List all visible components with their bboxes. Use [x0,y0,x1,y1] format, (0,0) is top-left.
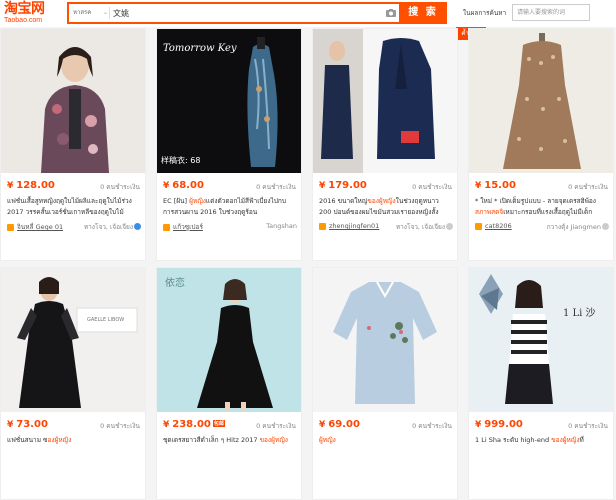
top-header: 淘宝网 Taobao.com หาสรค ⌄ 搜 索 ในผลการค้นหา … [0,0,616,27]
wangwang-icon[interactable] [602,223,609,230]
taobao-logo[interactable]: 淘宝网 Taobao.com [4,2,56,26]
sold-count: 0 คนชำระเงิน [256,183,296,191]
product-card[interactable]: GAELLE LIBOW ¥73.00 0 คนชำระเงิน แฟชั่นส… [0,267,146,500]
sold-count: 0 คนชำระเงิน [100,422,140,430]
shop-name[interactable]: แก้วซูเปอร์ [173,223,203,231]
product-title[interactable]: * ใหม่ * เปิดเต็มรูปแบบ - ลายจุดเดรสฮิพ้… [475,196,609,218]
product-title[interactable]: แฟชั่นสนาม ซองผู้หญิง [7,435,141,457]
product-card[interactable]: Tomorrow Key 样稿衣: 68 ¥68.00 0 คนชำระเงิน… [156,28,302,261]
product-price: ¥128.00 [7,180,55,191]
shop-name[interactable]: จินหลี่ Gege 01 [17,223,63,231]
logo-english-text: Taobao.com [4,17,43,24]
product-price: ¥68.00 [163,180,204,191]
sold-count: 0 คนชำระเงิน [412,183,452,191]
sold-count: 0 คนชำระเงิน [256,422,296,430]
product-price: ¥73.00 [7,419,48,430]
image-brand-text: Tomorrow Key [163,43,237,54]
product-price: ¥69.00 [319,419,360,430]
sold-count: 0 คนชำระเงิน [412,422,452,430]
shop-location: หางโจว, เจ้อเจียง [83,223,133,231]
chevron-down-icon: ⌄ [103,9,109,16]
image-caption: 样稿衣: 68 [161,156,201,165]
sold-count: 0 คนชำระเงิน [100,183,140,191]
shop-icon [163,223,170,231]
shop-row: zhengjingfen01 หางโจว, เจ้อเจียง [319,222,453,232]
search-box: หาสรค ⌄ 搜 索 [67,2,447,24]
shop-name[interactable]: cat8206 [485,222,512,230]
product-card[interactable]: ¥128.00 0 คนชำระเงิน แฟชั่นเสื้อสูทหญิงฤ… [0,28,146,261]
shop-icon [7,223,14,231]
product-price: ¥238.00 包邮 [163,419,225,430]
product-grid: ¥128.00 0 คนชำระเงิน แฟชั่นเสื้อสูทหญิงฤ… [0,28,616,500]
shop-name[interactable]: zhengjingfen01 [329,222,379,230]
image-caption: 1 Li 沙 [563,308,596,319]
sold-count: 0 คนชำระเงิน [568,183,608,191]
product-title[interactable]: ผู้หญิง [319,435,453,457]
search-input[interactable] [113,4,383,22]
search-divider [109,7,110,19]
product-image[interactable]: 依恋 [157,268,301,412]
product-price: ¥999.00 [475,419,523,430]
shop-row: จินหลี่ Gege 01 หางโจว, เจ้อเจียง [7,222,141,232]
product-image[interactable] [313,29,457,173]
in-results-label: ในผลการค้นหา [463,9,507,17]
camera-icon[interactable] [385,7,397,19]
image-brand-text: GAELLE LIBOW [87,317,125,323]
product-card[interactable]: ¥179.00 0 คนชำระเงิน 2016 ขนาดใหญ่ของผู้… [312,28,458,261]
product-card[interactable]: ¥69.00 0 คนชำระเงิน ผู้หญิง [312,267,458,500]
search-category-select[interactable]: หาสรค ⌄ [73,4,109,22]
logo-chinese-text: 淘宝网 [4,1,45,17]
image-caption: 依恋 [165,278,185,289]
product-title[interactable]: แฟชั่นเสื้อสูทหญิงฤดูใบไม้ผลิและฤดูใบไม้… [7,196,141,218]
product-image[interactable] [469,29,613,173]
search-button[interactable]: 搜 索 [399,2,447,24]
shop-icon [475,222,482,230]
shop-icon [319,222,326,230]
shop-location: กวางตุ้ง Jiangmen [546,223,601,231]
product-title[interactable]: 1 Li Sha ระดับ high-end ของผู้หญิงที่ [475,435,609,457]
sold-count: 0 คนชำระเงิน [568,422,608,430]
product-price: ¥179.00 [319,180,367,191]
product-title[interactable]: EC [ฝัน] ผู้หญิงแต่งตัวดอกไม้สีฟ้าเบี่ยง… [163,196,297,218]
product-title[interactable]: 2016 ขนาดใหญ่ของผู้หญิงในช่วงฤดูหนาว 200… [319,196,453,218]
product-image[interactable] [1,29,145,173]
wangwang-icon[interactable] [446,223,453,230]
product-card[interactable]: 依恋 ¥238.00 包邮 0 คนชำระเงิน ชุดเดรสยาวสีดำ… [156,267,302,500]
shop-location: หางโจว, เจ้อเจียง [395,223,445,231]
product-card[interactable]: ¥15.00 0 คนชำระเงิน * ใหม่ * เปิดเต็มรูป… [468,28,614,261]
in-results-search-input[interactable]: 请输入要搜索的词 [512,4,590,21]
shop-location: Tangshan [266,222,297,230]
product-image[interactable]: Tomorrow Key 样稿衣: 68 [157,29,301,173]
shop-row: cat8206 กวางตุ้ง Jiangmen [475,222,609,232]
free-shipping-badge: 包邮 [212,420,225,427]
product-image[interactable]: 1 Li 沙 [469,268,613,412]
product-card[interactable]: 1 Li 沙 ¥999.00 0 คนชำระเงิน 1 Li Sha ระด… [468,267,614,500]
product-title[interactable]: ชุดเดรสยาวสีดำเล็ก ๆ Hitz 2017 ของผู้หญิ… [163,435,297,457]
wangwang-icon[interactable] [134,223,141,230]
product-price: ¥15.00 [475,180,516,191]
shop-row: แก้วซูเปอร์ Tangshan [163,222,297,232]
search-category-label: หาสรค [73,9,92,16]
product-image[interactable]: GAELLE LIBOW [1,268,145,412]
product-image[interactable] [313,268,457,412]
